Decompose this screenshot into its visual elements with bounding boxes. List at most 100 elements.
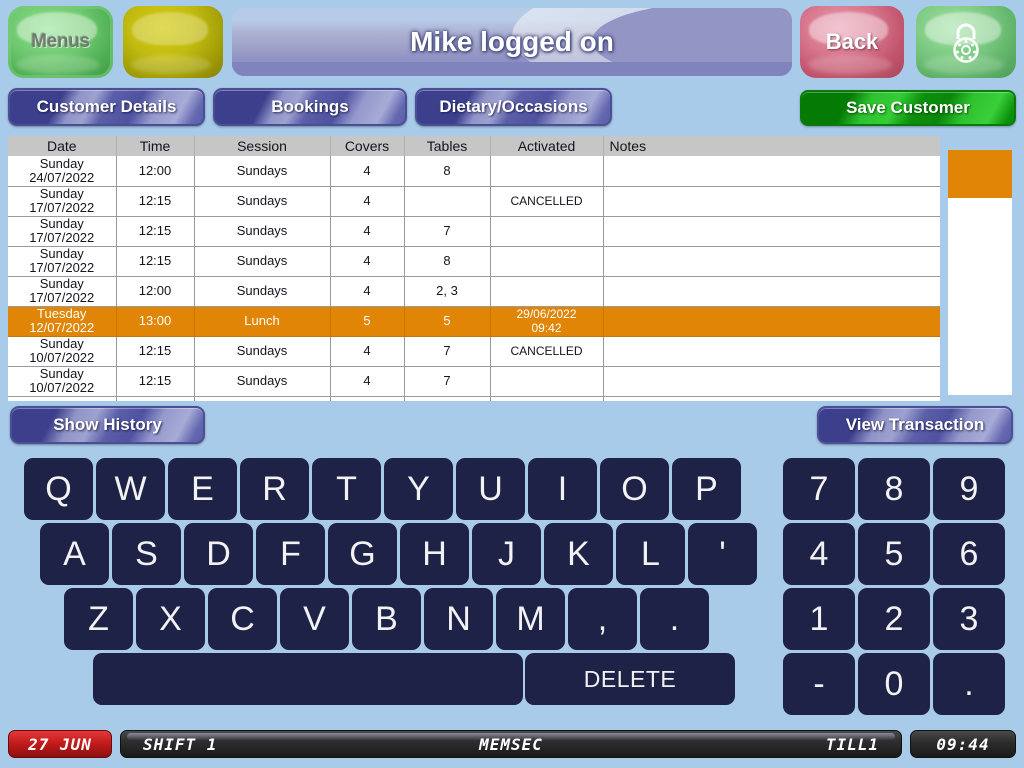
key-d[interactable]: D xyxy=(184,523,253,585)
key-b[interactable]: B xyxy=(352,588,421,650)
table-row[interactable]: Sunday 17/07/2022 12:15 Sundays 4 7 xyxy=(8,216,940,247)
numkey-minus[interactable]: - xyxy=(783,653,855,715)
key-i[interactable]: I xyxy=(528,458,597,520)
cell-session: Sundays xyxy=(194,246,331,277)
cell-covers: 4 xyxy=(330,186,405,217)
cell-time: 12:00 xyxy=(116,156,195,187)
key-z[interactable]: Z xyxy=(64,588,133,650)
cell-covers: 5 xyxy=(330,306,405,337)
numkey-label: 0 xyxy=(884,664,904,703)
cell-tables: 8 xyxy=(404,246,491,277)
key-label: G xyxy=(349,534,376,573)
cell-tables xyxy=(404,186,491,217)
key-q[interactable]: Q xyxy=(24,458,93,520)
cell-activated xyxy=(490,246,604,277)
key-period[interactable]: . xyxy=(640,588,709,650)
table-row[interactable]: Sunday xyxy=(8,396,940,401)
key-label: C xyxy=(230,599,255,638)
table-row[interactable]: Sunday 17/07/2022 12:15 Sundays 4 8 xyxy=(8,246,940,277)
cell-covers: 4 xyxy=(330,366,405,397)
cell-date-value: 10/07/2022 xyxy=(29,380,95,395)
cell-date-value: 12/07/2022 xyxy=(29,320,95,335)
key-delete[interactable]: DELETE xyxy=(525,653,735,705)
cell-date: Sunday 24/07/2022 xyxy=(8,156,117,187)
key-h[interactable]: H xyxy=(400,523,469,585)
numkey-period[interactable]: . xyxy=(933,653,1005,715)
status-date: 27 JUN xyxy=(8,730,112,758)
key-t[interactable]: T xyxy=(312,458,381,520)
key-label: L xyxy=(641,534,660,573)
key-v[interactable]: V xyxy=(280,588,349,650)
view-transaction-button[interactable]: View Transaction xyxy=(817,406,1013,444)
tab-label: Dietary/Occasions xyxy=(439,97,588,116)
table-row[interactable]: Sunday 24/07/2022 12:00 Sundays 4 8 xyxy=(8,156,940,187)
key-a[interactable]: A xyxy=(40,523,109,585)
numkey-6[interactable]: 6 xyxy=(933,523,1005,585)
table-scrollbar-thumb[interactable] xyxy=(948,150,1012,198)
numkey-2[interactable]: 2 xyxy=(858,588,930,650)
key-m[interactable]: M xyxy=(496,588,565,650)
cell-time: 13:00 xyxy=(116,306,195,337)
table-row[interactable]: Sunday 10/07/2022 12:15 Sundays 4 7 CANCELLED xyxy=(8,336,940,367)
key-n[interactable]: N xyxy=(424,588,493,650)
key-k[interactable]: K xyxy=(544,523,613,585)
lock-button[interactable] xyxy=(916,6,1016,78)
table-scrollbar[interactable] xyxy=(948,150,1012,395)
button-gloss xyxy=(132,11,208,45)
cell-covers: 4 xyxy=(330,246,405,277)
table-row[interactable]: Tuesday 12/07/2022 13:00 Lunch 5 5 29/06/2022 0… xyxy=(8,306,940,337)
cell-session: Lunch xyxy=(194,306,331,337)
cell-covers xyxy=(330,396,405,401)
cell-time: 12:00 xyxy=(116,276,195,307)
cell-time xyxy=(116,396,195,401)
key-l[interactable]: L xyxy=(616,523,685,585)
numkey-9[interactable]: 9 xyxy=(933,458,1005,520)
key-y[interactable]: Y xyxy=(384,458,453,520)
cell-date: Sunday 10/07/2022 xyxy=(8,336,117,367)
key-r[interactable]: R xyxy=(240,458,309,520)
key-g[interactable]: G xyxy=(328,523,397,585)
numkey-5[interactable]: 5 xyxy=(858,523,930,585)
key-space[interactable] xyxy=(93,653,523,705)
cell-date-value: 24/07/2022 xyxy=(29,169,95,185)
cell-date-value: 17/07/2022 xyxy=(29,230,95,245)
menus-button-label: Menus xyxy=(31,31,90,52)
key-apostrophe[interactable]: ' xyxy=(688,523,757,585)
back-button[interactable]: Back xyxy=(800,6,904,78)
tab-bookings[interactable]: Bookings xyxy=(213,88,407,126)
table-header: Date Time Session Covers Tables Activate… xyxy=(8,136,940,156)
numkey-0[interactable]: 0 xyxy=(858,653,930,715)
key-p[interactable]: P xyxy=(672,458,741,520)
key-w[interactable]: W xyxy=(96,458,165,520)
yellow-blank-button[interactable] xyxy=(123,6,223,78)
key-f[interactable]: F xyxy=(256,523,325,585)
key-o[interactable]: O xyxy=(600,458,669,520)
table-row[interactable]: Sunday 17/07/2022 12:15 Sundays 4 CANCELLED xyxy=(8,186,940,217)
key-c[interactable]: C xyxy=(208,588,277,650)
save-customer-button[interactable]: Save Customer xyxy=(800,90,1016,126)
show-history-button[interactable]: Show History xyxy=(10,406,205,444)
tab-customer-details[interactable]: Customer Details xyxy=(8,88,205,126)
show-history-label: Show History xyxy=(53,415,162,434)
numkey-4[interactable]: 4 xyxy=(783,523,855,585)
key-s[interactable]: S xyxy=(112,523,181,585)
key-label: D xyxy=(206,534,231,573)
table-row[interactable]: Sunday 10/07/2022 12:15 Sundays 4 7 xyxy=(8,366,940,397)
cell-activated: CANCELLED xyxy=(490,186,604,217)
numkey-1[interactable]: 1 xyxy=(783,588,855,650)
tab-dietary-occasions[interactable]: Dietary/Occasions xyxy=(415,88,612,126)
key-j[interactable]: J xyxy=(472,523,541,585)
key-label: Y xyxy=(407,469,430,508)
key-u[interactable]: U xyxy=(456,458,525,520)
numkey-7[interactable]: 7 xyxy=(783,458,855,520)
key-x[interactable]: X xyxy=(136,588,205,650)
key-label: T xyxy=(336,469,357,508)
key-e[interactable]: E xyxy=(168,458,237,520)
menus-button[interactable]: Menus xyxy=(8,6,113,78)
numkey-3[interactable]: 3 xyxy=(933,588,1005,650)
numkey-8[interactable]: 8 xyxy=(858,458,930,520)
key-label: R xyxy=(262,469,287,508)
cell-date: Sunday 17/07/2022 xyxy=(8,186,117,217)
key-comma[interactable]: , xyxy=(568,588,637,650)
table-row[interactable]: Sunday 17/07/2022 12:00 Sundays 4 2, 3 xyxy=(8,276,940,307)
